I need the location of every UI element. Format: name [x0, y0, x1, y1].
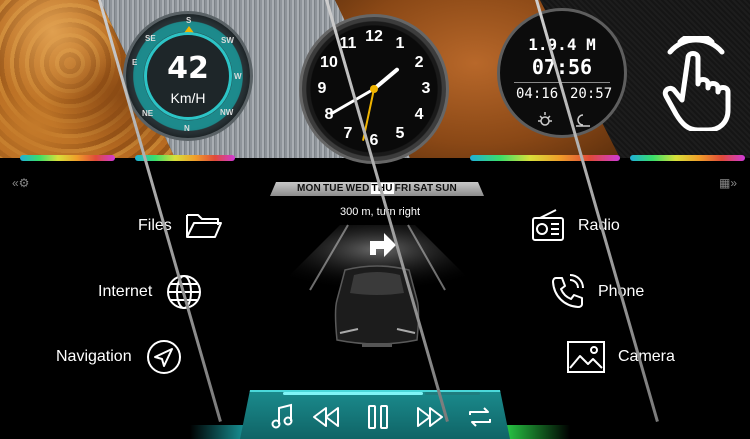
menu-item-camera[interactable]: Camera — [566, 337, 675, 377]
radio-icon — [532, 209, 564, 241]
speed-unit: Km/H — [170, 90, 206, 106]
compass-label: SE — [145, 34, 156, 43]
compass-label: SW — [221, 36, 234, 45]
media-progress-fill[interactable] — [283, 392, 423, 395]
digital-clock-time: 07:56 — [531, 55, 593, 79]
menu-item-label: Navigation — [56, 348, 132, 365]
navigation-view[interactable] — [270, 215, 485, 375]
speed-gauge[interactable]: S SW W NW N NE E SE 42 Km/H — [123, 11, 253, 141]
compass-label: S — [186, 16, 192, 25]
weekday: SUN — [435, 183, 457, 194]
speed-readout: 42 Km/H — [144, 32, 232, 120]
weekday: WED — [345, 183, 370, 194]
weekday: TUE — [322, 183, 344, 194]
compass-label: N — [184, 124, 190, 133]
bottom-glow-right — [500, 425, 570, 439]
sunset-icon — [576, 114, 590, 127]
compass-label: W — [234, 72, 242, 81]
page-right-arrow-icon[interactable]: ▦» — [719, 176, 737, 190]
pause-icon[interactable] — [362, 402, 394, 432]
digital-clock[interactable]: 1.9.4 M 07:56 04:16 20:57 — [497, 8, 627, 138]
compass-label: E — [132, 58, 138, 67]
media-progress-track[interactable] — [425, 392, 480, 395]
compass-label: NE — [142, 109, 154, 118]
clock-hands — [330, 67, 399, 141]
sunrise-icon — [538, 112, 552, 126]
menu-item-label: Camera — [618, 348, 675, 365]
rewind-icon[interactable] — [310, 402, 342, 432]
navigation-arrow-icon — [146, 340, 181, 374]
menu-item-files[interactable]: Files — [138, 206, 224, 246]
digital-clock-top: 1.9.4 M — [528, 35, 596, 54]
camera-icon — [567, 341, 605, 373]
analog-clock[interactable]: 12 1 2 3 4 5 6 7 8 9 10 11 — [299, 14, 449, 164]
folder-icon — [185, 214, 222, 238]
menu-item-label: Internet — [98, 283, 153, 300]
touch-gesture-icon[interactable] — [650, 36, 740, 131]
phone-icon — [552, 274, 584, 308]
page-left-arrow-icon[interactable]: «⚙ — [12, 176, 29, 190]
weekday: SAT — [413, 183, 434, 194]
sunset-time: 20:57 — [570, 86, 613, 102]
sunrise-time: 04:16 — [516, 86, 559, 102]
weekday: MON — [297, 183, 321, 194]
menu-item-phone[interactable]: Phone — [548, 272, 644, 312]
weekday: FRI — [394, 183, 412, 194]
menu-item-navigation[interactable]: Navigation — [56, 337, 182, 377]
compass-label: NW — [220, 108, 234, 117]
speed-value: 42 — [167, 51, 209, 86]
repeat-icon[interactable] — [464, 402, 496, 432]
music-note-icon[interactable] — [267, 402, 299, 432]
